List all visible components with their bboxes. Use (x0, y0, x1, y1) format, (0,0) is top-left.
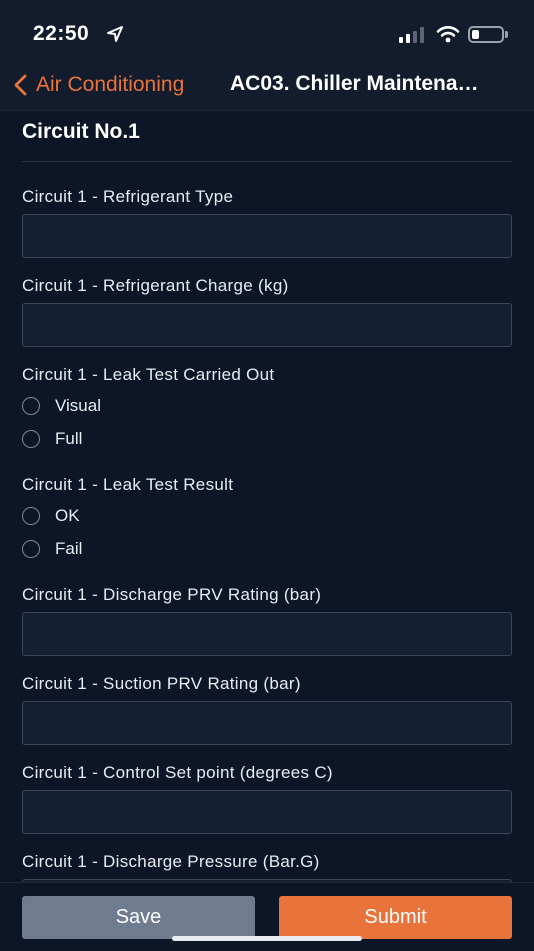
refrigerant-charge-input[interactable] (22, 303, 512, 347)
suction-prv-label: Circuit 1 - Suction PRV Rating (bar) (22, 674, 301, 693)
save-button[interactable]: Save (22, 896, 255, 939)
home-indicator[interactable] (172, 936, 362, 941)
form-content[interactable]: Circuit No.1 Circuit 1 - Refrigerant Typ… (0, 110, 534, 882)
divider (22, 161, 512, 162)
leak-test-result-label: Circuit 1 - Leak Test Result (22, 475, 234, 494)
radio-button[interactable] (22, 397, 40, 415)
radio-label: OK (55, 506, 80, 525)
battery-cap (505, 31, 508, 38)
status-bar: 22:50 (0, 0, 534, 62)
cellular-signal-icon (399, 27, 424, 43)
radio-option-full[interactable]: Full (22, 427, 82, 451)
radio-option-ok[interactable]: OK (22, 504, 80, 528)
back-button[interactable]: Air Conditioning (12, 70, 184, 100)
suction-prv-input[interactable] (22, 701, 512, 745)
radio-option-visual[interactable]: Visual (22, 394, 101, 418)
radio-button[interactable] (22, 430, 40, 448)
radio-label: Fail (55, 539, 83, 558)
radio-button[interactable] (22, 540, 40, 558)
page-title: AC03. Chiller Maintena… (230, 72, 479, 95)
chevron-left-icon (14, 74, 27, 96)
submit-button[interactable]: Submit (279, 896, 512, 939)
location-arrow-icon (107, 26, 123, 42)
control-set-point-input[interactable] (22, 790, 512, 834)
radio-label: Visual (55, 396, 101, 415)
section-title: Circuit No.1 (22, 120, 140, 143)
back-label: Air Conditioning (36, 73, 185, 96)
battery-icon (468, 26, 504, 43)
refrigerant-charge-label: Circuit 1 - Refrigerant Charge (kg) (22, 276, 289, 295)
navigation-bar: Air Conditioning AC03. Chiller Maintena… (0, 62, 534, 111)
discharge-prv-label: Circuit 1 - Discharge PRV Rating (bar) (22, 585, 322, 604)
wifi-icon (436, 26, 460, 43)
status-time: 22:50 (33, 22, 90, 45)
radio-label: Full (55, 429, 83, 448)
refrigerant-type-label: Circuit 1 - Refrigerant Type (22, 187, 234, 206)
radio-option-fail[interactable]: Fail (22, 537, 82, 561)
discharge-pressure-label: Circuit 1 - Discharge Pressure (Bar.G) (22, 852, 320, 871)
discharge-prv-input[interactable] (22, 612, 512, 656)
radio-button[interactable] (22, 507, 40, 525)
control-set-point-label: Circuit 1 - Control Set point (degrees C… (22, 763, 333, 782)
refrigerant-type-input[interactable] (22, 214, 512, 258)
leak-test-carried-out-label: Circuit 1 - Leak Test Carried Out (22, 365, 275, 384)
